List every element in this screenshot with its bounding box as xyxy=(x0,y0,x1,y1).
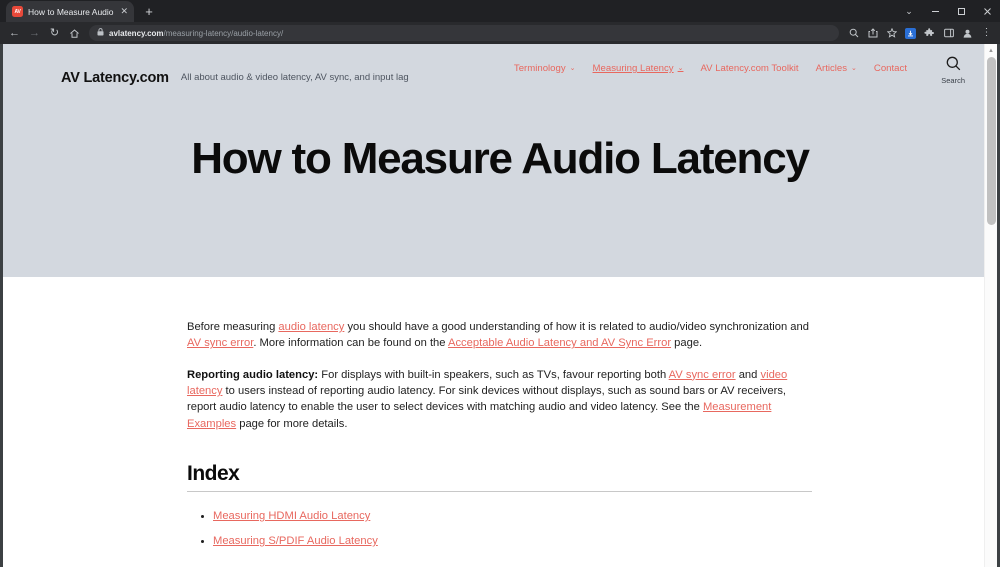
new-tab-button[interactable]: + xyxy=(140,2,158,20)
side-panel-icon[interactable] xyxy=(940,25,957,42)
nav-label: Articles xyxy=(816,63,847,74)
nav-label: AV Latency.com Toolkit xyxy=(700,63,798,74)
search-icon xyxy=(946,56,961,74)
profile-avatar-icon[interactable] xyxy=(959,25,976,42)
browser-menu-icon[interactable]: ⋮ xyxy=(978,25,995,42)
text-fragment: page. xyxy=(671,337,702,349)
site-search-button[interactable]: Search xyxy=(941,56,965,85)
site-tagline: All about audio & video latency, AV sync… xyxy=(181,72,409,83)
reload-icon[interactable]: ↻ xyxy=(45,24,64,43)
url-domain: avlatency.com xyxy=(109,29,164,38)
text-fragment: you should have a good understanding of … xyxy=(344,321,809,333)
web-page: AV Latency.com All about audio & video l… xyxy=(3,44,997,567)
minimize-icon[interactable] xyxy=(922,0,948,22)
link-av-sync-error-2[interactable]: AV sync error xyxy=(669,369,736,381)
index-heading: Index xyxy=(187,462,823,486)
index-list: Measuring HDMI Audio Latency Measuring S… xyxy=(187,506,823,549)
page-title: How to Measure Audio Latency xyxy=(3,96,997,183)
home-icon[interactable] xyxy=(65,24,84,43)
list-item: Measuring HDMI Audio Latency xyxy=(213,506,823,524)
maximize-icon[interactable] xyxy=(948,0,974,22)
bookmark-star-icon[interactable] xyxy=(883,25,900,42)
chevron-down-icon: ⌄ xyxy=(678,65,684,72)
favicon-icon: AV xyxy=(12,6,23,17)
share-icon[interactable] xyxy=(864,25,881,42)
paragraph-lead: Reporting audio latency: xyxy=(187,369,318,381)
text-fragment: Before measuring xyxy=(187,321,278,333)
site-header: AV Latency.com All about audio & video l… xyxy=(3,44,997,96)
nav-item-contact[interactable]: Contact xyxy=(874,63,907,74)
url-text: avlatency.com/measuring-latency/audio-la… xyxy=(109,29,283,38)
scrollbar-thumb[interactable] xyxy=(987,57,996,225)
nav-item-terminology[interactable]: Terminology ⌄ xyxy=(514,63,576,74)
site-hero: AV Latency.com All about audio & video l… xyxy=(3,44,997,277)
site-navigation: Terminology ⌄ Measuring Latency ⌄ AV Lat… xyxy=(514,63,907,74)
chevron-down-icon: ⌄ xyxy=(570,65,576,72)
chevron-down-icon: ⌄ xyxy=(851,65,857,72)
browser-toolbar: ← → ↻ avlatency.com/measuring-latency/au… xyxy=(0,22,1000,44)
forward-icon[interactable]: → xyxy=(25,24,44,43)
lock-icon xyxy=(97,28,104,38)
text-fragment: page for more details. xyxy=(236,418,347,430)
site-logo[interactable]: AV Latency.com xyxy=(61,70,169,86)
link-measuring-hdmi-audio-latency[interactable]: Measuring HDMI Audio Latency xyxy=(213,510,370,522)
close-icon[interactable]: ✕ xyxy=(120,7,128,16)
close-window-icon[interactable] xyxy=(974,0,1000,22)
browser-tab[interactable]: AV How to Measure Audio Latency - ✕ xyxy=(6,1,134,22)
scroll-up-icon[interactable]: ▲ xyxy=(985,44,997,57)
window-controls: ⌄ xyxy=(896,0,1000,22)
extension-downloader-icon[interactable] xyxy=(902,25,919,42)
nav-item-measuring-latency[interactable]: Measuring Latency ⌄ xyxy=(593,63,684,74)
page-viewport: AV Latency.com All about audio & video l… xyxy=(0,44,1000,567)
back-icon[interactable]: ← xyxy=(5,24,24,43)
index-divider xyxy=(187,491,812,492)
paragraph-intro: Before measuring audio latency you shoul… xyxy=(187,319,817,352)
nav-item-toolkit[interactable]: AV Latency.com Toolkit xyxy=(700,63,798,74)
article-body: Before measuring audio latency you shoul… xyxy=(3,277,823,549)
browser-window: AV How to Measure Audio Latency - ✕ + ⌄ … xyxy=(0,0,1000,567)
nav-label: Terminology xyxy=(514,63,566,74)
text-fragment: For displays with built-in speakers, suc… xyxy=(318,369,669,381)
search-label: Search xyxy=(941,76,965,85)
tab-strip: AV How to Measure Audio Latency - ✕ + ⌄ xyxy=(0,0,1000,22)
tab-title: How to Measure Audio Latency - xyxy=(28,7,115,17)
address-bar[interactable]: avlatency.com/measuring-latency/audio-la… xyxy=(89,25,839,41)
toolbar-icons: ⋮ xyxy=(845,25,995,42)
text-fragment: to users instead of reporting audio late… xyxy=(187,385,786,413)
link-acceptable-audio-latency[interactable]: Acceptable Audio Latency and AV Sync Err… xyxy=(448,337,671,349)
link-measuring-spdif-audio-latency[interactable]: Measuring S/PDIF Audio Latency xyxy=(213,535,378,547)
zoom-icon[interactable] xyxy=(845,25,862,42)
link-audio-latency[interactable]: audio latency xyxy=(278,321,344,333)
paragraph-reporting: Reporting audio latency: For displays wi… xyxy=(187,367,817,432)
text-fragment: . More information can be found on the xyxy=(253,337,448,349)
page-scrollbar[interactable]: ▲ xyxy=(984,44,997,567)
url-path: /measuring-latency/audio-latency/ xyxy=(164,29,284,38)
link-av-sync-error[interactable]: AV sync error xyxy=(187,337,253,349)
nav-label: Measuring Latency xyxy=(593,63,674,74)
nav-item-articles[interactable]: Articles ⌄ xyxy=(816,63,857,74)
list-item: Measuring S/PDIF Audio Latency xyxy=(213,531,823,549)
tab-search-icon[interactable]: ⌄ xyxy=(896,0,922,22)
text-fragment: and xyxy=(736,369,761,381)
puzzle-extensions-icon[interactable] xyxy=(921,25,938,42)
nav-label: Contact xyxy=(874,63,907,74)
